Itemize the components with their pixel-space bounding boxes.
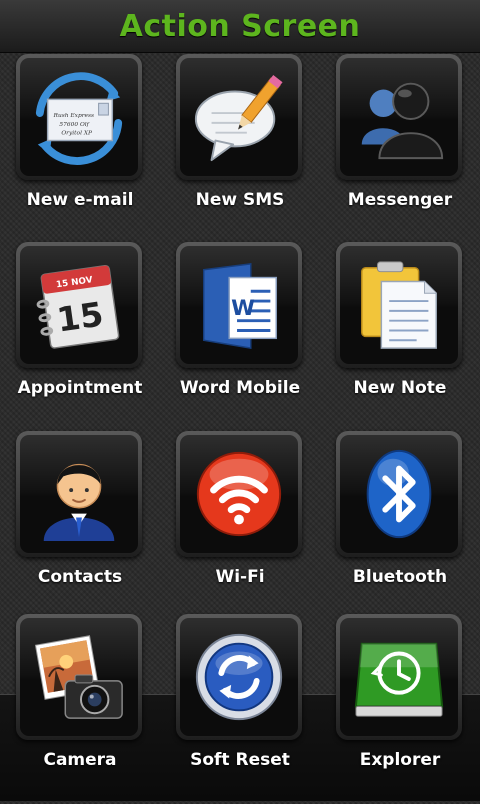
tile-label: Soft Reset <box>190 750 290 770</box>
tile-label: New e-mail <box>26 190 134 210</box>
drive-clock-icon <box>354 642 444 717</box>
svg-text:57600 Olf: 57600 Olf <box>59 122 90 128</box>
tile-wifi[interactable]: Wi-Fi <box>160 431 320 621</box>
screen-title: Action Screen <box>119 8 361 44</box>
tile-label: Camera <box>43 750 117 770</box>
tile-new-email[interactable]: Rush Express 57600 Olf Oryitol XP New e-… <box>0 54 160 244</box>
tile-new-note[interactable]: New Note <box>320 242 480 432</box>
tile-label: Bluetooth <box>352 567 448 587</box>
tile-frame <box>176 54 302 180</box>
contact-person-icon <box>43 463 115 542</box>
tile-label: Explorer <box>359 750 441 770</box>
tile-contacts[interactable]: Contacts <box>0 431 160 621</box>
refresh-icon <box>195 633 283 721</box>
tile-new-sms[interactable]: New SMS <box>160 54 320 244</box>
camera-icon <box>34 635 123 719</box>
calendar-icon: 15 NOV 15 <box>36 264 120 349</box>
tile-label: New SMS <box>195 190 285 210</box>
wifi-icon <box>196 451 282 537</box>
tile-messenger[interactable]: Messenger <box>320 54 480 244</box>
svg-text:W: W <box>231 296 255 321</box>
email-envelope-icon: Rush Express 57600 Olf Oryitol XP <box>35 72 123 165</box>
tile-soft-reset[interactable]: Soft Reset <box>160 614 320 804</box>
bluetooth-icon <box>366 449 432 539</box>
tile-frame <box>16 614 142 740</box>
tile-camera[interactable]: Camera <box>0 614 160 804</box>
tile-label: New Note <box>353 378 447 398</box>
tile-frame <box>336 242 462 368</box>
sms-bubble-icon <box>194 74 283 162</box>
tile-label: Appointment <box>17 378 143 398</box>
tile-frame <box>16 431 142 557</box>
tile-frame <box>336 431 462 557</box>
tile-frame: W <box>176 242 302 368</box>
tile-label: Word Mobile <box>179 378 301 398</box>
tile-frame <box>176 614 302 740</box>
tile-frame <box>176 431 302 557</box>
tile-word-mobile[interactable]: W Word Mobile <box>160 242 320 432</box>
tile-frame <box>336 614 462 740</box>
note-icon <box>361 261 437 349</box>
tile-bluetooth[interactable]: Bluetooth <box>320 431 480 621</box>
tile-label: Messenger <box>347 190 453 210</box>
tile-frame <box>336 54 462 180</box>
word-document-icon: W <box>202 263 277 349</box>
messenger-people-icon <box>361 82 444 160</box>
tile-frame: 15 NOV 15 <box>16 242 142 368</box>
svg-text:Rush Express: Rush Express <box>53 113 95 119</box>
tile-appointment[interactable]: 15 NOV 15 Appointment <box>0 242 160 432</box>
svg-text:Oryitol XP: Oryitol XP <box>61 131 93 137</box>
tile-label: Contacts <box>37 567 123 587</box>
tile-frame: Rush Express 57600 Olf Oryitol XP <box>16 54 142 180</box>
tile-label: Wi-Fi <box>215 567 265 587</box>
tile-explorer[interactable]: Explorer <box>320 614 480 804</box>
title-bar: Action Screen <box>0 0 480 53</box>
svg-text:15: 15 <box>54 294 105 339</box>
